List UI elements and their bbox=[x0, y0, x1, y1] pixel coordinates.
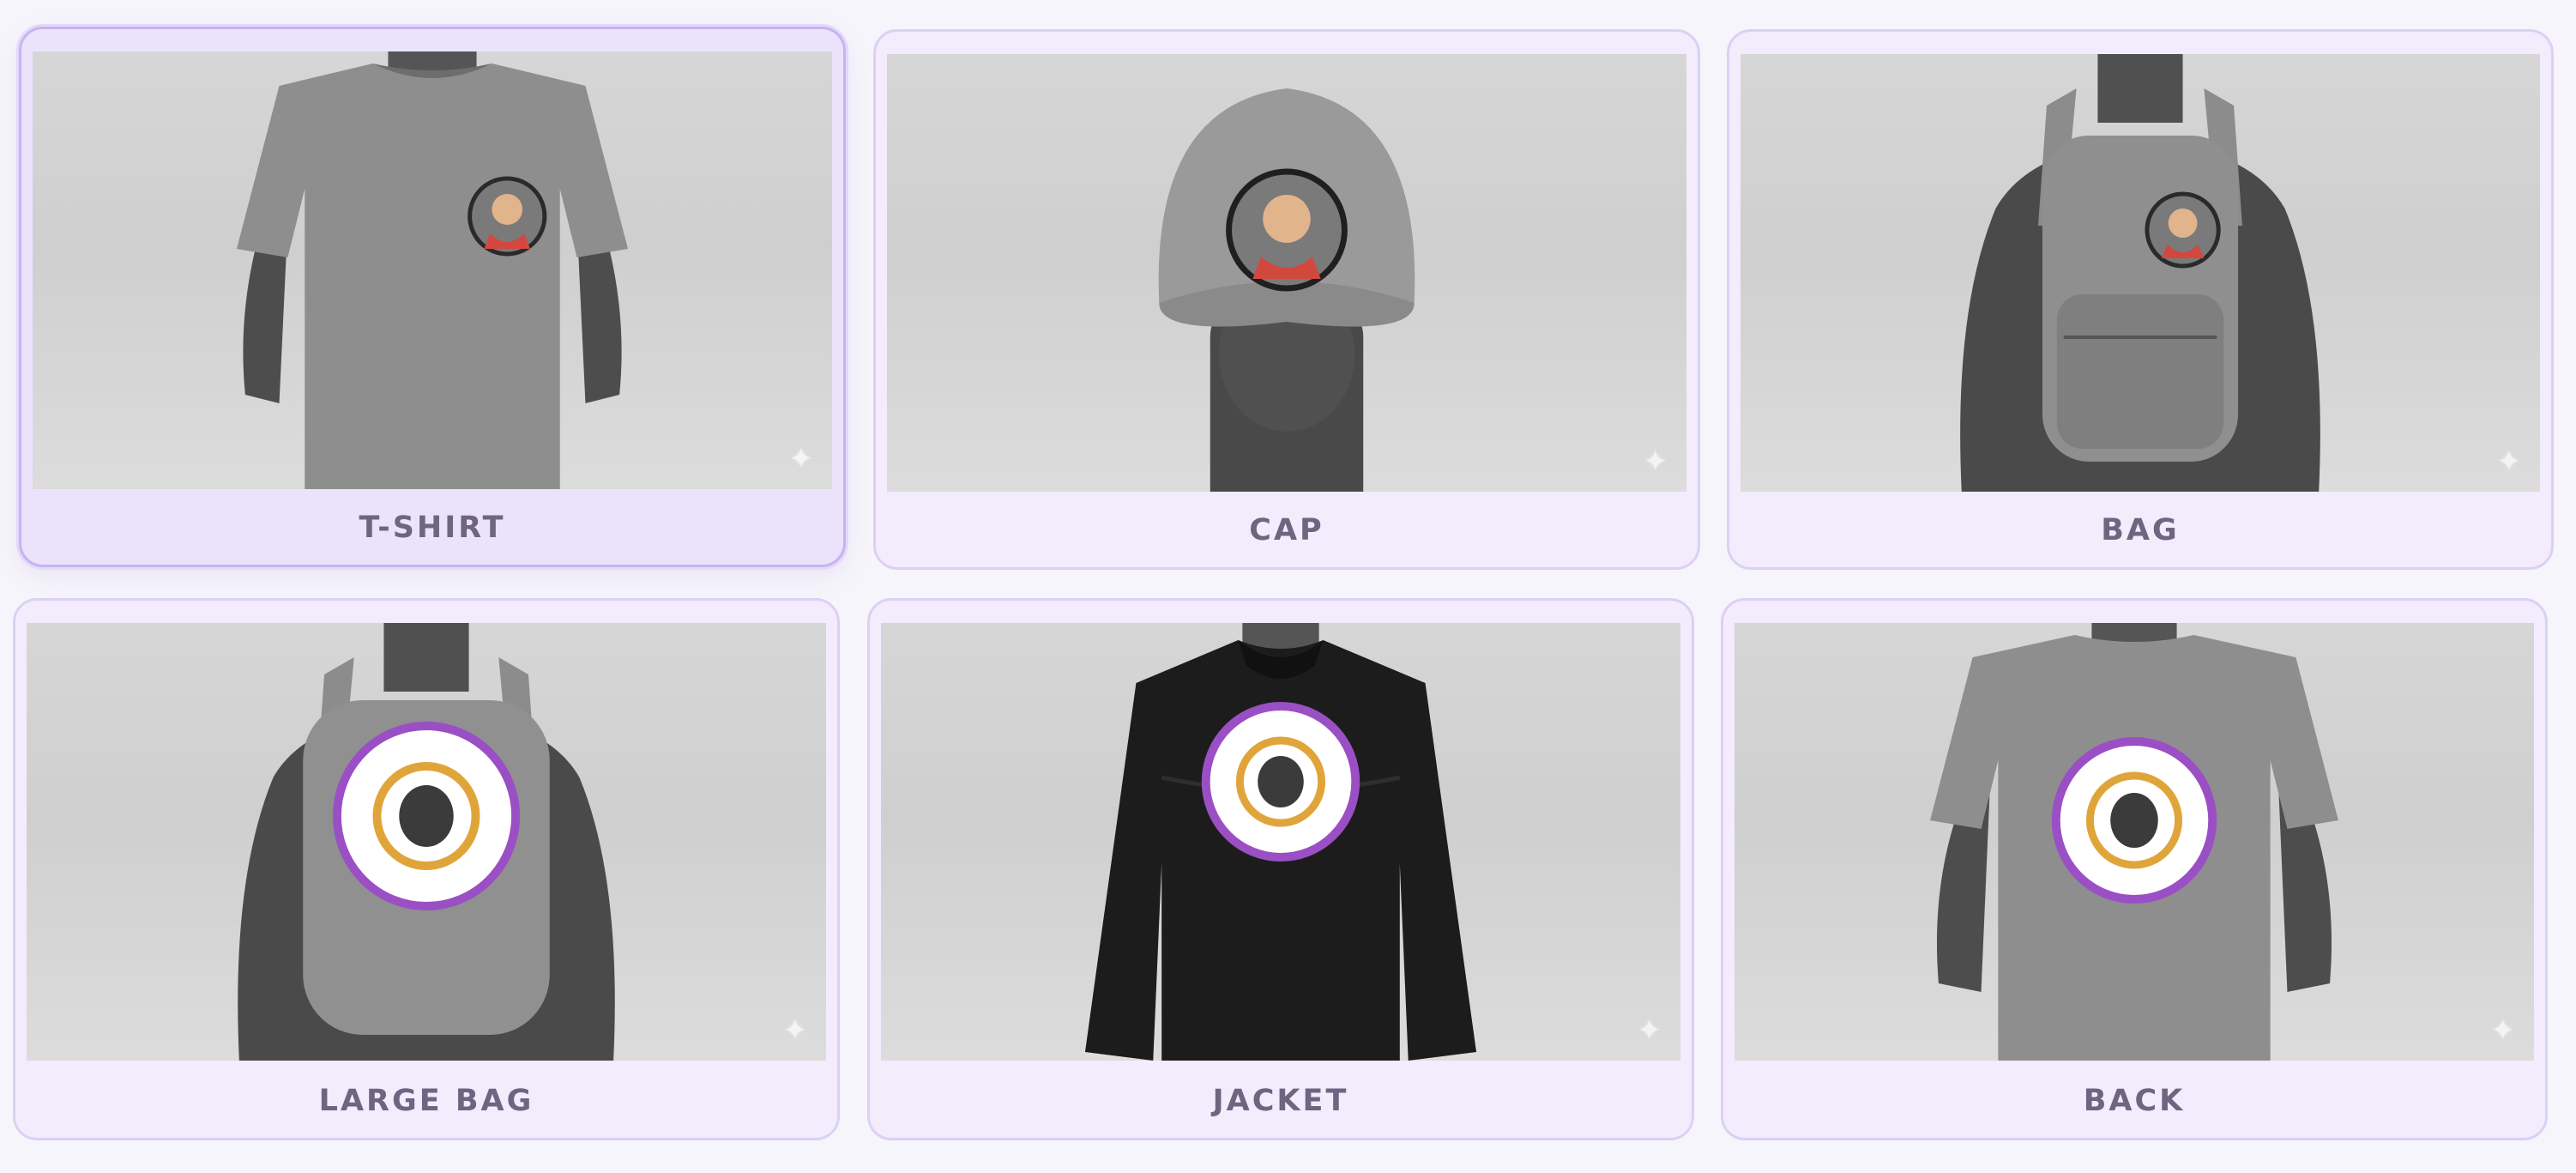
card-label: LARGE BAG bbox=[318, 1084, 534, 1118]
mockup-card-large-bag[interactable]: ✦ LARGE BAG bbox=[13, 598, 840, 1140]
mockup-card-jacket[interactable]: ✦ JACKET bbox=[867, 598, 1694, 1140]
mockup-card-t-shirt[interactable]: ✦ T-SHIRT bbox=[19, 27, 846, 567]
mockup-card-back[interactable]: ✦ BACK bbox=[1721, 598, 2548, 1140]
card-label: CAP bbox=[1249, 513, 1324, 547]
sparkle-icon[interactable]: ✦ bbox=[783, 1016, 808, 1045]
sparkle-icon[interactable]: ✦ bbox=[2491, 1016, 2516, 1045]
mockup-image-large-bag: ✦ bbox=[27, 623, 826, 1061]
sparkle-icon[interactable]: ✦ bbox=[1644, 447, 1668, 476]
card-label: BAG bbox=[2101, 513, 2180, 547]
mockup-image-jacket: ✦ bbox=[881, 623, 1680, 1061]
sparkle-icon[interactable]: ✦ bbox=[789, 444, 814, 474]
card-label: JACKET bbox=[1212, 1084, 1349, 1118]
mockup-card-cap[interactable]: ✦ CAP bbox=[873, 29, 1700, 570]
sparkle-icon[interactable]: ✦ bbox=[2497, 447, 2522, 476]
card-label: T-SHIRT bbox=[359, 511, 506, 545]
mockup-image-bag: ✦ bbox=[1740, 54, 2540, 492]
mockup-image-t-shirt: ✦ bbox=[33, 51, 832, 489]
mockup-card-bag[interactable]: ✦ BAG bbox=[1727, 29, 2554, 570]
card-label: BACK bbox=[2083, 1084, 2186, 1118]
mockup-image-back: ✦ bbox=[1734, 623, 2534, 1061]
sparkle-icon[interactable]: ✦ bbox=[1638, 1016, 1662, 1045]
mockup-image-cap: ✦ bbox=[887, 54, 1686, 492]
